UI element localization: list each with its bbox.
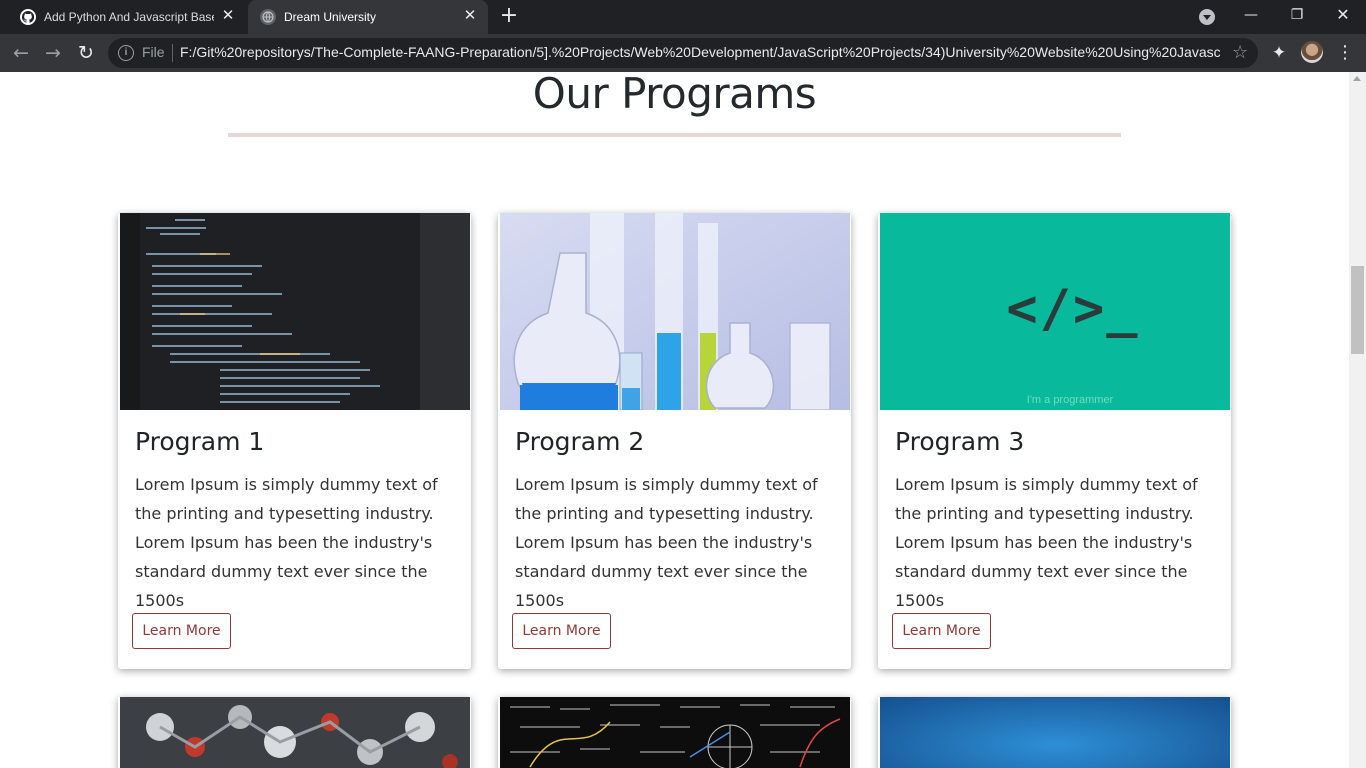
forward-icon[interactable]: →: [41, 41, 65, 65]
extensions-icon[interactable]: ✦: [1268, 42, 1290, 64]
close-tab-icon[interactable]: ✕: [220, 8, 236, 24]
globe-icon: [260, 9, 276, 25]
new-tab-button[interactable]: +: [498, 5, 520, 28]
tab-dream-university[interactable]: Dream University ✕: [248, 0, 488, 34]
learn-more-button[interactable]: Learn More: [132, 613, 231, 649]
info-icon[interactable]: i: [118, 45, 134, 61]
more-menu-icon[interactable]: ⋮: [1336, 42, 1354, 64]
avatar[interactable]: [1301, 41, 1323, 63]
page-scrollbar[interactable]: [1349, 72, 1366, 768]
tab-github[interactable]: Add Python And Javascript Based ✕: [8, 0, 246, 34]
program-card-partial: [118, 697, 471, 768]
program-card-partial: [878, 697, 1231, 768]
code-symbol: </>_: [1006, 279, 1140, 339]
minimize-icon[interactable]: —: [1228, 0, 1274, 30]
reload-icon[interactable]: ↻: [74, 41, 98, 65]
url-text[interactable]: F:/Git%20repositorys/The-Complete-FAANG-…: [180, 44, 1220, 60]
program-title: Program 2: [515, 427, 645, 456]
program-title: Program 1: [135, 427, 265, 456]
scroll-up-arrow-icon[interactable]: [1353, 76, 1361, 81]
program-description: Lorem Ipsum is simply dummy text of the …: [895, 475, 1198, 610]
learn-more-button[interactable]: Learn More: [892, 613, 991, 649]
address-bar[interactable]: i File F:/Git%20repositorys/The-Complete…: [108, 38, 1258, 68]
program-card: </>_ I'm a programmer Program 3 Lorem Ip…: [878, 213, 1231, 669]
program-title: Program 3: [895, 427, 1025, 456]
close-tab-icon[interactable]: ✕: [462, 8, 478, 24]
back-icon[interactable]: ←: [9, 41, 33, 65]
program-card-partial: [498, 697, 851, 768]
program-card: Program 2 Lorem Ipsum is simply dummy te…: [498, 213, 851, 669]
program-image-programmer: </>_ I'm a programmer: [880, 213, 1230, 410]
close-window-icon[interactable]: ✕: [1320, 0, 1366, 30]
scrollbar-thumb[interactable]: [1351, 266, 1364, 354]
image-caption: I'm a programmer: [1026, 394, 1114, 406]
program-image-blue: [880, 697, 1230, 768]
section-title: Our Programs: [532, 72, 817, 118]
bookmark-star-icon[interactable]: ☆: [1232, 42, 1248, 63]
program-image-code: [120, 213, 470, 410]
tab-title: Add Python And Javascript Based: [44, 10, 214, 24]
divider: [172, 44, 173, 62]
tab-search-icon[interactable]: [1199, 9, 1215, 25]
browser-tab-strip: Add Python And Javascript Based ✕ Dream …: [0, 0, 1366, 34]
program-image-chalkboard: [500, 697, 850, 768]
program-description: Lorem Ipsum is simply dummy text of the …: [135, 475, 438, 610]
restore-icon[interactable]: ❐: [1274, 0, 1320, 30]
program-image-lab: [500, 213, 850, 410]
scheme-label: File: [142, 44, 165, 60]
learn-more-button[interactable]: Learn More: [512, 613, 611, 649]
program-card: Program 1 Lorem Ipsum is simply dummy te…: [118, 213, 471, 669]
title-divider: [228, 133, 1121, 137]
page-viewport: Our Programs Program 1 Lorem Ipsum is si…: [0, 72, 1349, 768]
program-description: Lorem Ipsum is simply dummy text of the …: [515, 475, 818, 610]
program-image-molecule: [120, 697, 470, 768]
github-icon: [20, 9, 36, 25]
tab-title: Dream University: [284, 10, 377, 24]
